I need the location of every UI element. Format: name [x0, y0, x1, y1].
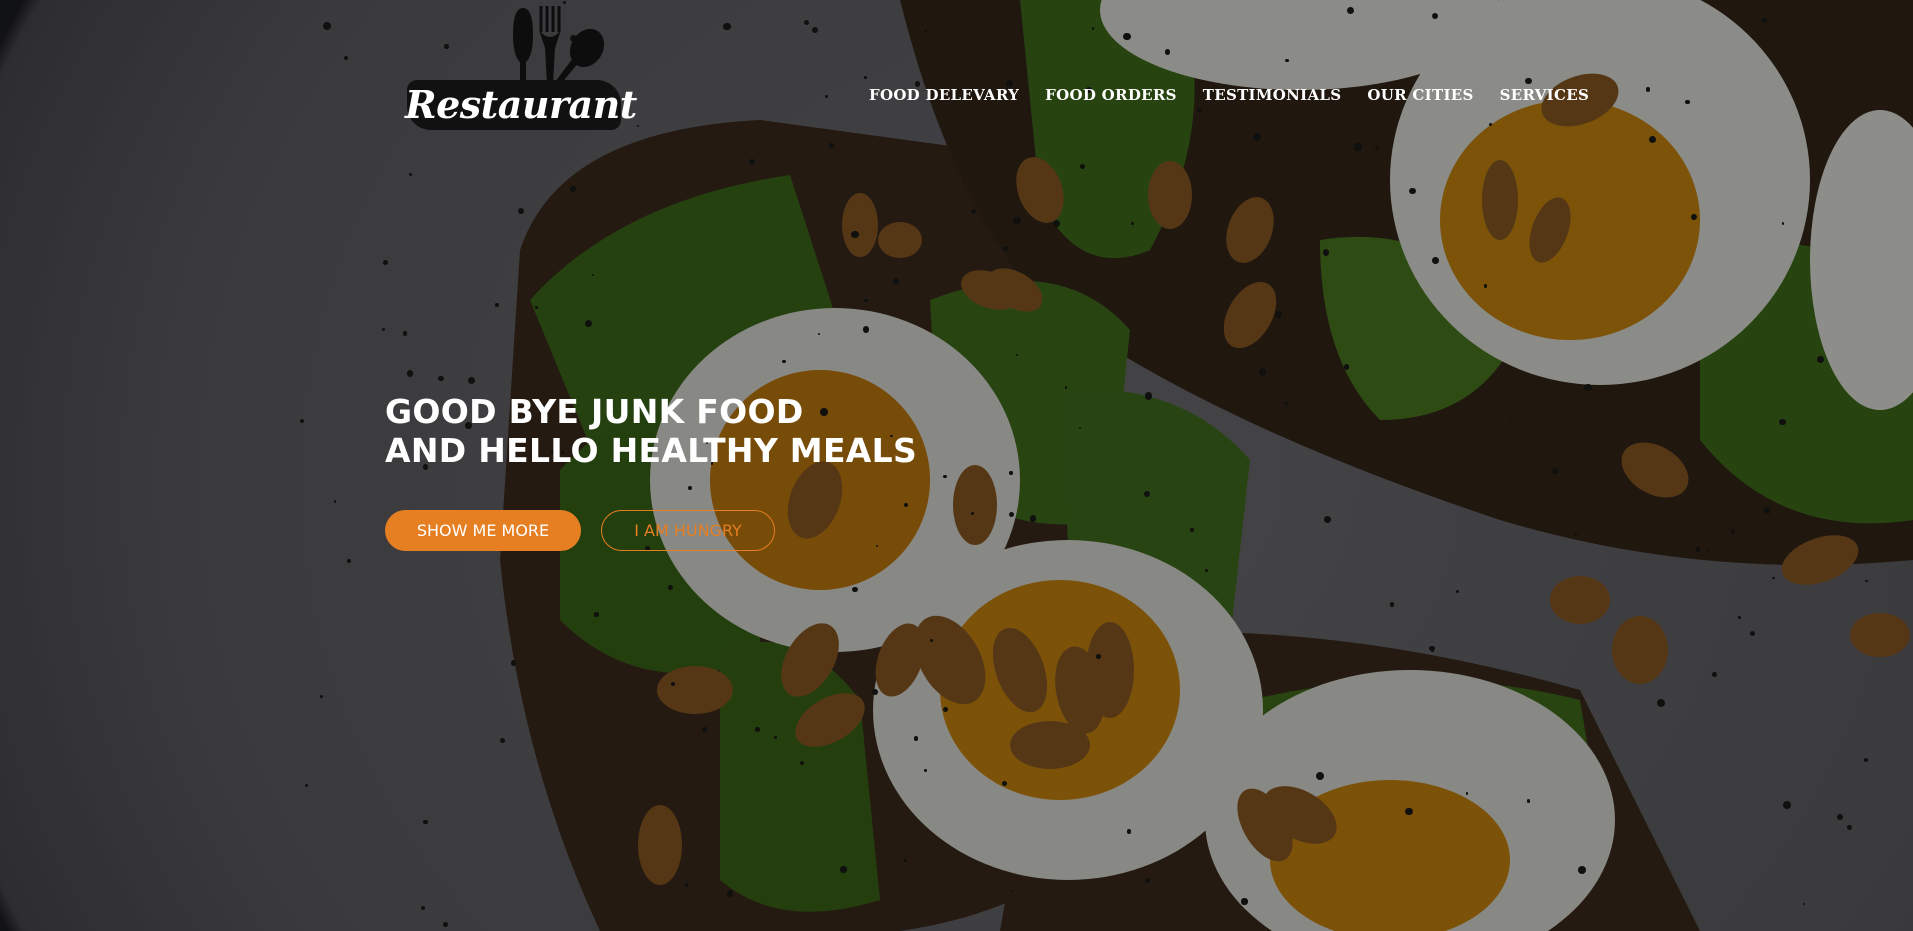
- hero-headline-line-2: AND HELLO HEALTHY MEALS: [385, 431, 918, 470]
- nav-link-our-cities[interactable]: OUR CITIES: [1367, 86, 1473, 104]
- nav-link-testimonials[interactable]: TESTIMONIALS: [1203, 86, 1342, 104]
- main-menu: FOOD DELEVARY FOOD ORDERS TESTIMONIALS O…: [869, 86, 1589, 104]
- fork-spoon-icon: [513, 6, 605, 84]
- i-am-hungry-button[interactable]: I AM HUNGRY: [601, 510, 775, 551]
- nav-link-food-delivery[interactable]: FOOD DELEVARY: [869, 86, 1019, 104]
- hero-headline: GOOD BYE JUNK FOOD AND HELLO HEALTHY MEA…: [385, 392, 917, 470]
- restaurant-logo[interactable]: Restaurant: [405, 4, 637, 130]
- hero-headline-line-1: GOOD BYE JUNK FOOD: [385, 392, 804, 431]
- nav-link-food-orders[interactable]: FOOD ORDERS: [1045, 86, 1177, 104]
- logo-text: Restaurant: [405, 82, 637, 127]
- hero-section: Restaurant FOOD DELEVARY FOOD ORDERS TES…: [0, 0, 1913, 931]
- show-me-more-button[interactable]: SHOW ME MORE: [385, 510, 581, 551]
- nav-link-services[interactable]: SERVICES: [1500, 86, 1589, 104]
- top-navigation: Restaurant FOOD DELEVARY FOOD ORDERS TES…: [0, 0, 1913, 140]
